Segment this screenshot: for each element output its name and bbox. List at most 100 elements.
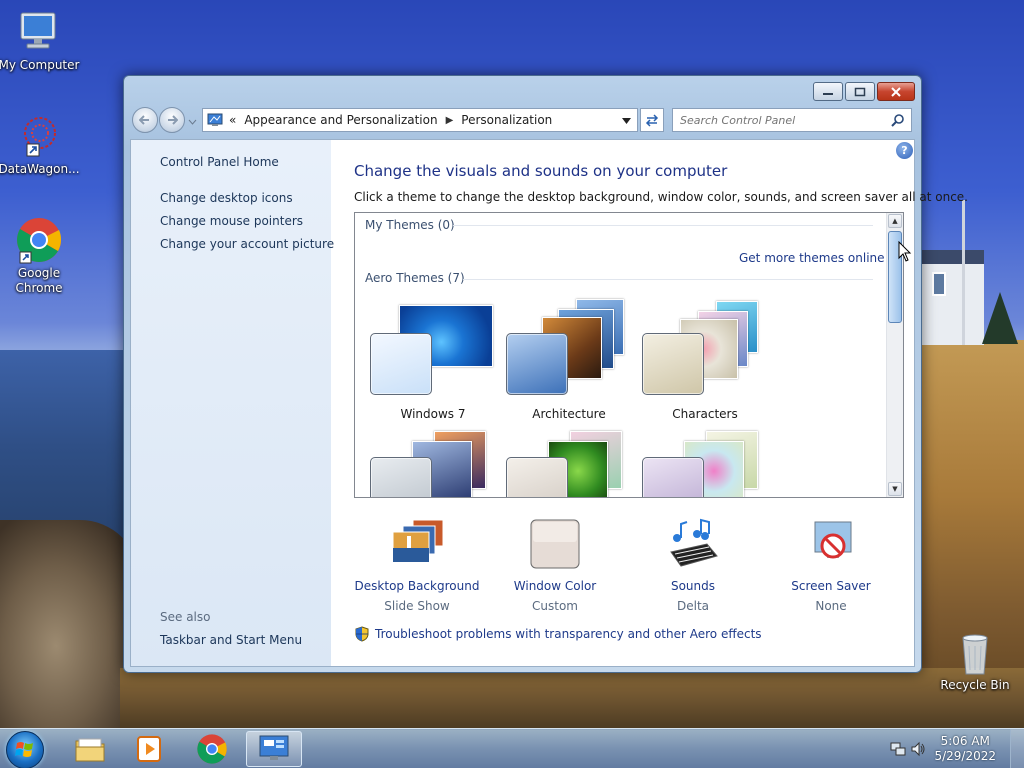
network-icon[interactable] [890, 741, 906, 757]
theme-label: Windows 7 [400, 407, 466, 421]
desktop-background-item[interactable]: Desktop Background Slide Show [352, 518, 482, 613]
my-themes-heading: My Themes (0) [365, 218, 455, 232]
help-button[interactable]: ? [896, 142, 913, 159]
theme-label: Architecture [532, 407, 606, 421]
window-content: Control Panel Home Change desktop icons … [130, 139, 968, 667]
navigation-bar: « Appearance and Personalization ▶ Perso… [132, 106, 914, 134]
taskbar-file-explorer[interactable] [62, 731, 118, 767]
desktop-background-value: Slide Show [384, 599, 450, 613]
theme-label: Characters [672, 407, 738, 421]
chrome-icon [197, 734, 227, 764]
get-more-themes-link[interactable]: Get more themes online [739, 251, 885, 265]
change-desktop-icons-link[interactable]: Change desktop icons [160, 191, 293, 205]
question-icon: ? [901, 144, 908, 157]
desktop-wallpaper-tree [982, 292, 1018, 344]
shield-icon [355, 626, 369, 642]
breadcrumb-personalization[interactable]: Personalization [461, 113, 552, 127]
left-task-pane: Control Panel Home Change desktop icons … [131, 140, 334, 666]
chevron-down-icon [188, 119, 197, 125]
screen-saver-icon [814, 521, 852, 559]
sounds-link[interactable]: Sounds [628, 579, 758, 593]
theme-list[interactable]: My Themes (0) Get more themes online Aer… [354, 212, 904, 498]
show-desktop-button[interactable] [1010, 729, 1024, 768]
scroll-up-button[interactable]: ▲ [888, 214, 902, 228]
search-icon[interactable] [891, 113, 905, 127]
theme-row2-item-3[interactable] [640, 427, 770, 497]
taskbar-media-player[interactable] [122, 731, 178, 767]
search-box[interactable] [672, 108, 912, 132]
theme-color-swatch [506, 457, 568, 497]
start-button[interactable] [6, 731, 44, 768]
mouse-cursor-icon [898, 241, 912, 262]
desktop-wallpaper-flagpole [962, 200, 965, 345]
desktop-icon-recycle-bin[interactable]: Recycle Bin [933, 632, 1017, 693]
change-mouse-pointers-link[interactable]: Change mouse pointers [160, 214, 303, 228]
personalization-window: « Appearance and Personalization ▶ Perso… [123, 75, 968, 673]
group-divider [453, 225, 873, 226]
clock[interactable]: 5:06 AM 5/29/2022 [934, 734, 996, 764]
close-icon [891, 86, 901, 97]
theme-color-swatch [370, 457, 432, 497]
desktop-background-link[interactable]: Desktop Background [352, 579, 482, 593]
address-bar[interactable]: « Appearance and Personalization ▶ Perso… [202, 108, 638, 132]
desktop-background-icon [392, 519, 444, 563]
theme-row2-item-2[interactable] [504, 427, 634, 497]
desktop-icon-label: My Computer [0, 58, 80, 72]
minimize-button[interactable] [813, 82, 843, 101]
screen-saver-item[interactable]: Screen Saver None [766, 518, 896, 613]
group-divider [463, 279, 873, 280]
theme-color-swatch [506, 333, 568, 395]
screen-saver-link[interactable]: Screen Saver [766, 579, 896, 593]
theme-characters[interactable]: Characters [640, 301, 770, 423]
back-button[interactable] [132, 107, 158, 133]
theme-row2-item-1[interactable] [368, 427, 498, 497]
computer-icon [20, 12, 56, 49]
taskbar: 5:06 AM 5/29/2022 [0, 728, 1024, 768]
clock-time: 5:06 AM [940, 734, 990, 748]
troubleshoot-link[interactable]: Troubleshoot problems with transparency … [354, 626, 762, 642]
desktop-icon-google-chrome[interactable]: Google Chrome [0, 216, 81, 296]
recycle-bin-icon [962, 634, 988, 675]
scroll-down-button[interactable]: ▼ [888, 482, 902, 496]
maximize-button[interactable] [845, 82, 875, 101]
page-subtitle: Click a theme to change the desktop back… [354, 190, 968, 204]
change-account-picture-link[interactable]: Change your account picture [160, 237, 334, 251]
windows-logo-icon [15, 742, 33, 757]
address-dropdown[interactable] [622, 113, 631, 127]
folder-icon [75, 738, 105, 762]
aero-themes-heading: Aero Themes (7) [365, 271, 465, 285]
window-color-link[interactable]: Window Color [490, 579, 620, 593]
theme-color-swatch [642, 457, 704, 497]
desktop-wallpaper-cliff [0, 520, 140, 730]
chevron-down-icon [622, 118, 631, 124]
control-panel-home-link[interactable]: Control Panel Home [160, 155, 279, 169]
volume-icon[interactable] [910, 741, 926, 757]
refresh-button[interactable] [640, 108, 664, 132]
taskbar-chrome[interactable] [184, 731, 240, 767]
datawagon-icon [24, 117, 56, 157]
close-button[interactable] [877, 82, 915, 101]
arrow-down-icon: ▼ [892, 485, 898, 493]
taskbar-and-start-menu-link[interactable]: Taskbar and Start Menu [160, 633, 302, 647]
desktop-icon-datawagon[interactable]: DataWagon... [0, 114, 81, 177]
troubleshoot-link-text[interactable]: Troubleshoot problems with transparency … [375, 627, 762, 641]
taskbar-control-panel[interactable] [246, 731, 302, 767]
desktop-wallpaper-house [920, 250, 984, 345]
refresh-icon [645, 114, 659, 127]
theme-windows-7[interactable]: Windows 7 [368, 305, 498, 423]
theme-architecture[interactable]: Architecture [504, 299, 634, 423]
sounds-item[interactable]: Sounds Delta [628, 518, 758, 613]
forward-button[interactable] [159, 107, 185, 133]
clock-date: 5/29/2022 [934, 749, 996, 763]
breadcrumb-appearance-and-personalization[interactable]: Appearance and Personalization [244, 113, 437, 127]
screen-saver-value: None [815, 599, 847, 613]
recent-pages-dropdown[interactable] [188, 115, 197, 129]
window-color-item[interactable]: Window Color Custom [490, 518, 620, 613]
desktop-icon-label: Recycle Bin [940, 678, 1010, 692]
arrow-right-icon [168, 115, 178, 125]
desktop-icon-my-computer[interactable]: My Computer [0, 10, 81, 73]
search-input[interactable] [680, 113, 891, 127]
arrow-up-icon: ▲ [892, 217, 898, 225]
breadcrumb-separator-icon[interactable]: ▶ [446, 115, 454, 126]
breadcrumb-overflow[interactable]: « [229, 113, 236, 127]
